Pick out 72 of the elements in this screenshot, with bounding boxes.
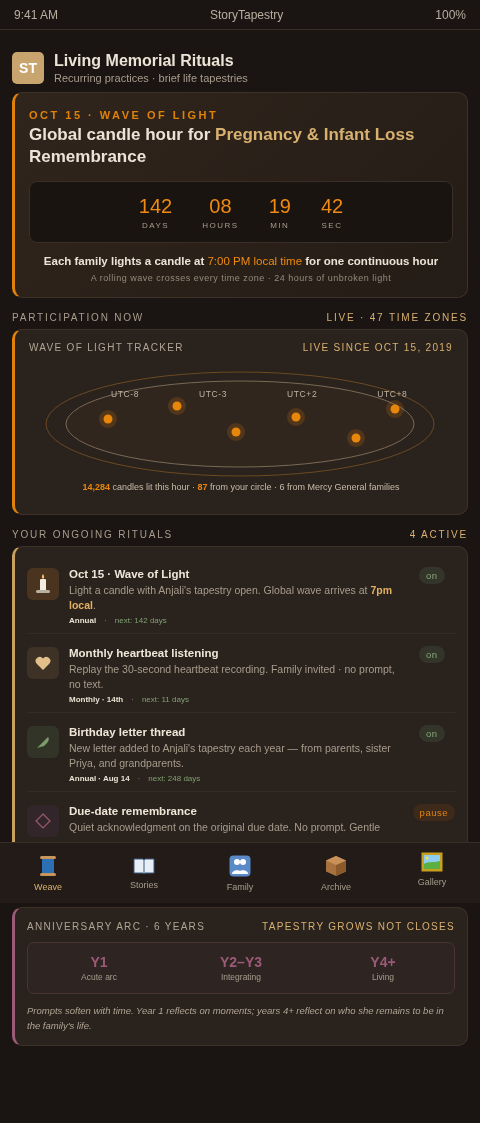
diamond-icon — [35, 813, 51, 829]
ritual-next-date: next: 11 days — [141, 695, 189, 704]
countdown-unit: DAYS — [141, 220, 170, 230]
tracker-title: WAVE OF LIGHT TRACKER — [29, 342, 184, 353]
ritual-description: Light a candle with Anjali's tapestry open. Global wave arrives at 7pm local. — [69, 583, 393, 613]
candle-stats: 14,284 candles lit this hour · 87 from your circle · 6 from Mercy General families — [81, 482, 401, 492]
tracker-since: LIVE SINCE OCT 15, 2019 — [302, 342, 453, 353]
people-icon — [229, 854, 251, 877]
landscape-picture-icon — [421, 852, 443, 872]
anniversary-title: ANNIVERSARY ARC · 6 YEARS — [27, 921, 206, 932]
phase-caption: Integrating — [220, 972, 262, 982]
ritual-status-toggle[interactable]: on — [419, 646, 445, 663]
countdown-value: 19 — [268, 194, 291, 218]
ritual-next-date: next: 142 days — [114, 616, 167, 625]
event-note: Each family lights a candle at 7:00 PM local time for one continuous hour — [42, 255, 440, 267]
tab-item[interactable]: Stories — [109, 843, 179, 903]
page-subtitle: Recurring practices · brief life tapestries — [54, 72, 248, 84]
separator-dot: · — [104, 616, 107, 625]
time-zone-label: UTC-8 — [111, 389, 140, 399]
status-time: 9:41 AM — [14, 7, 59, 22]
ritual-description: Replay the 30-second heartbeat recording. Family invited · no prompt, no text. — [69, 662, 396, 692]
section-label: YOUR ONGOING RITUALS — [12, 529, 173, 540]
anniversary-note: Prompts soften with time. Year 1 reflects on moments; years 4+ reflect on who she remains to be in the family's life. — [27, 1004, 445, 1033]
ritual-title: Due-date remembrance — [69, 805, 198, 817]
countdown-value: 08 — [209, 194, 232, 218]
ritual-schedule: Annual — [69, 616, 97, 625]
ritual-title: Birthday letter thread — [69, 726, 187, 738]
countdown-unit: HOURS — [202, 220, 239, 230]
section-label: PARTICIPATION NOW — [12, 312, 145, 323]
candle-icon — [35, 573, 51, 595]
heart-icon — [35, 656, 51, 670]
countdown-value: 42 — [320, 194, 344, 218]
phase-name: Y4+ — [370, 954, 396, 970]
box-icon — [325, 854, 347, 877]
app-name: StoryTapestry — [210, 7, 284, 22]
ritual-next-date: next: 248 days — [148, 774, 201, 783]
phase-name: Y1 — [90, 954, 108, 970]
section-meta: LIVE · 47 TIME ZONES — [326, 312, 468, 323]
countdown-unit: SEC — [321, 220, 343, 230]
spool-icon — [39, 854, 57, 877]
countdown-unit: MIN — [270, 220, 290, 230]
tab-item[interactable]: Archive — [301, 843, 371, 903]
event-date: OCT 15 · WAVE OF LIGHT — [29, 109, 220, 121]
ritual-status-toggle[interactable]: on — [419, 725, 445, 742]
ritual-schedule: Monthly · 14th — [69, 695, 124, 704]
ritual-description: Quiet acknowledgment on the original due date. No prompt. Gentle — [69, 820, 382, 835]
phase-caption: Living — [371, 972, 395, 982]
ritual-status-toggle[interactable]: pause — [412, 804, 455, 821]
ritual-title: Oct 15 · Wave of Light — [69, 568, 191, 580]
ritual-title: Monthly heartbeat listening — [69, 647, 220, 659]
app-logo: ST — [12, 52, 44, 84]
ritual-schedule: Annual · Aug 14 — [69, 774, 130, 783]
time-zone-label: UTC-3 — [199, 389, 228, 399]
phase-caption: Acute arc — [81, 972, 117, 982]
countdown-value: 142 — [138, 194, 173, 218]
event-title: Global candle hour for Pregnancy & Infant Loss Remembrance — [29, 124, 416, 168]
ritual-description: New letter added to Anjali's tapestry each year — from parents, sister Priya, and grandparents. — [69, 741, 392, 771]
tab-item[interactable]: Gallery — [397, 843, 467, 903]
separator-dot: · — [137, 774, 141, 783]
tab-item[interactable]: Weave — [13, 843, 83, 903]
book-icon — [133, 856, 155, 875]
time-zone-label: UTC+2 — [287, 389, 318, 399]
section-meta: 4 ACTIVE — [409, 529, 468, 540]
phase-name: Y2–Y3 — [219, 954, 262, 970]
anniversary-meta: TAPESTRY GROWS NOT CLOSES — [262, 921, 455, 932]
page-title: Living Memorial Rituals — [54, 52, 235, 70]
battery-level: 100% — [435, 7, 466, 22]
time-zone-label: UTC+8 — [377, 389, 408, 399]
separator-dot: · — [131, 695, 134, 704]
ritual-status-toggle[interactable]: on — [419, 567, 445, 584]
tab-item[interactable]: Family — [205, 843, 275, 903]
event-subnote: A rolling wave crosses every time zone · 24 hours of unbroken light — [89, 273, 393, 283]
